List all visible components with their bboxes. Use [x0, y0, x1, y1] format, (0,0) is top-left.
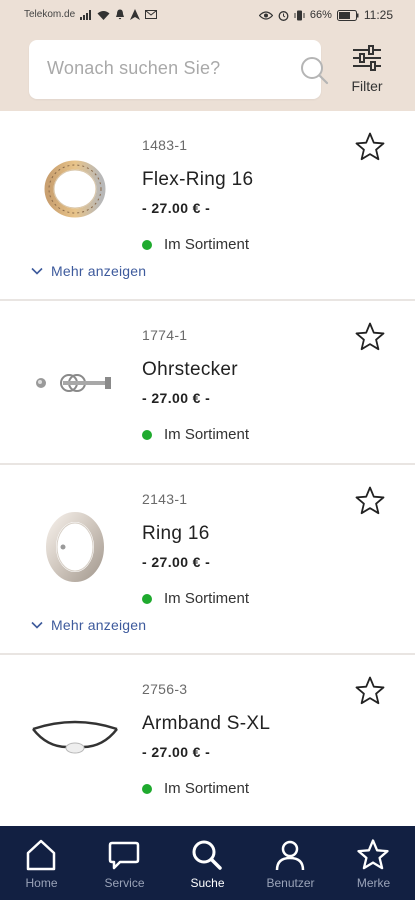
star-icon — [357, 839, 389, 870]
nav-search[interactable]: Suche — [166, 826, 249, 900]
vibrate-icon — [294, 10, 305, 20]
search-icon[interactable] — [298, 54, 330, 86]
nav-saved[interactable]: Merke — [332, 826, 415, 900]
product-card[interactable]: 2756-3 Armband S-XL - 27.00 € - Im Sorti… — [0, 655, 415, 826]
product-name[interactable]: Ring 16 — [142, 523, 210, 545]
bracelet-image — [32, 720, 118, 754]
product-name[interactable]: Flex-Ring 16 — [142, 169, 253, 191]
show-more-label: Mehr anzeigen — [51, 617, 147, 633]
in-stock-dot-icon — [142, 593, 152, 604]
filter-button[interactable]: Filter — [344, 42, 390, 98]
nav-search-label: Suche — [190, 876, 225, 890]
navigation-arrow-icon — [130, 9, 141, 20]
carrier-label: Telekom.de — [24, 9, 76, 20]
nav-home-label: Home — [25, 876, 58, 890]
user-icon — [275, 840, 305, 871]
availability-label: Im Sortiment — [164, 590, 250, 607]
nav-service-label: Service — [104, 876, 145, 890]
in-stock-dot-icon — [142, 783, 152, 794]
search-placeholder: Wonach suchen Sie? — [47, 58, 221, 78]
eye-icon — [258, 10, 273, 20]
nav-home[interactable]: Home — [0, 826, 83, 900]
product-name[interactable]: Armband S-XL — [142, 713, 270, 735]
product-price: - 27.00 € - — [142, 200, 211, 216]
product-sku: 1774-1 — [142, 327, 188, 343]
chevron-down-icon — [31, 621, 43, 629]
favorite-star-icon[interactable] — [354, 485, 386, 517]
in-stock-dot-icon — [142, 429, 152, 440]
nav-user[interactable]: Benutzer — [249, 826, 332, 900]
chat-bubble-icon — [108, 841, 140, 870]
show-more-link[interactable]: Mehr anzeigen — [31, 617, 146, 633]
product-sku: 2143-1 — [142, 491, 188, 507]
header: Telekom.de 66% 11:25 Wonach suchen Sie? — [0, 0, 415, 111]
wifi-icon — [97, 10, 110, 20]
status-bar: Telekom.de 66% 11:25 — [0, 0, 415, 30]
product-sku: 1483-1 — [142, 137, 188, 153]
product-price: - 27.00 € - — [142, 390, 211, 406]
availability-label: Im Sortiment — [164, 236, 250, 253]
availability-status: Im Sortiment — [142, 590, 249, 607]
favorite-star-icon[interactable] — [354, 131, 386, 163]
nav-saved-label: Merke — [356, 876, 391, 890]
availability-status: Im Sortiment — [142, 780, 249, 797]
notification-bell-icon — [116, 9, 125, 20]
product-name[interactable]: Ohrstecker — [142, 359, 238, 381]
alarm-icon — [278, 10, 289, 21]
bottom-navigation: Home Service Suche Benutzer Merke — [0, 826, 415, 900]
mail-icon — [145, 10, 158, 19]
availability-label: Im Sortiment — [164, 780, 250, 797]
signal-icon — [80, 9, 92, 20]
product-price: - 27.00 € - — [142, 554, 211, 570]
favorite-star-icon[interactable] — [354, 675, 386, 707]
home-icon — [26, 839, 56, 871]
favorite-star-icon[interactable] — [354, 321, 386, 353]
show-more-link[interactable]: Mehr anzeigen — [31, 263, 146, 279]
product-price: - 27.00 € - — [142, 744, 211, 760]
product-card[interactable]: 2143-1 Ring 16 - 27.00 € - Im Sortiment … — [0, 465, 415, 655]
ring-image — [46, 512, 104, 582]
availability-status: Im Sortiment — [142, 236, 249, 253]
product-card[interactable]: 1774-1 Ohrstecker - 27.00 € - Im Sortime… — [0, 301, 415, 465]
nav-service[interactable]: Service — [83, 826, 166, 900]
show-more-label: Mehr anzeigen — [51, 263, 147, 279]
sliders-icon — [353, 45, 381, 71]
availability-status: Im Sortiment — [142, 426, 249, 443]
product-sku: 2756-3 — [142, 681, 188, 697]
flex-ring-image — [44, 160, 106, 218]
battery-percent: 66% — [309, 9, 332, 21]
search-icon — [192, 840, 222, 870]
battery-icon — [336, 9, 359, 21]
filter-label: Filter — [351, 78, 383, 94]
nav-user-label: Benutzer — [266, 876, 315, 890]
in-stock-dot-icon — [142, 239, 152, 250]
clock: 11:25 — [363, 8, 393, 22]
ear-stud-image — [36, 374, 111, 392]
chevron-down-icon — [31, 267, 43, 275]
search-input[interactable]: Wonach suchen Sie? — [29, 40, 329, 99]
product-card[interactable]: 1483-1 Flex-Ring 16 - 27.00 € - Im Sorti… — [0, 111, 415, 301]
availability-label: Im Sortiment — [164, 426, 250, 443]
